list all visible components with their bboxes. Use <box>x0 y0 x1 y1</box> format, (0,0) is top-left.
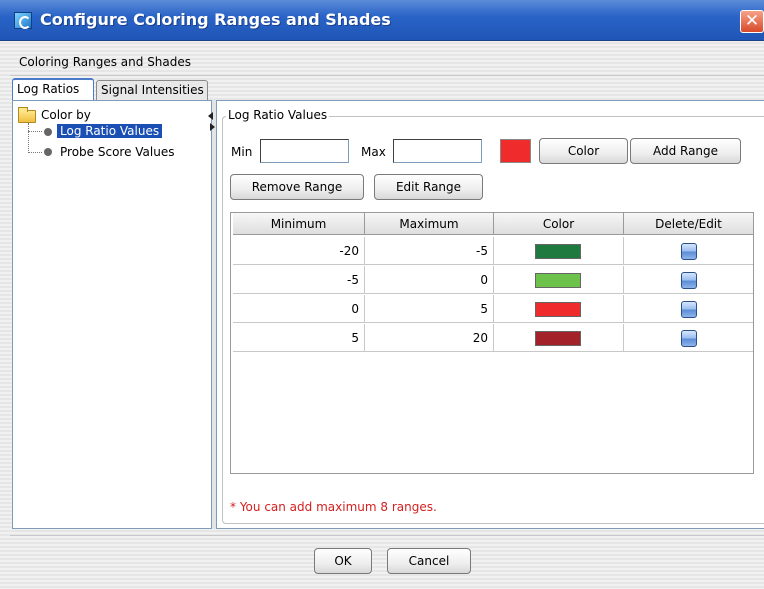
window-title: Configure Coloring Ranges and Shades <box>40 10 391 29</box>
table-cell-color <box>494 295 624 323</box>
table-cell-min[interactable]: 0 <box>233 295 365 323</box>
close-button[interactable]: ✕ <box>740 10 764 33</box>
edit-range-icon[interactable] <box>680 301 697 318</box>
divider <box>10 75 764 76</box>
tree-item-label: Log Ratio Values <box>57 124 163 138</box>
tree-panel: Color by Log Ratio Values Probe Score Va… <box>12 100 212 529</box>
table-cell-actions <box>624 237 753 265</box>
tree-connector <box>28 152 42 153</box>
remove-range-button[interactable]: Remove Range <box>230 174 364 200</box>
color-button[interactable]: Color <box>539 138 628 164</box>
table-cell-actions <box>624 266 753 294</box>
tree-connector <box>28 123 29 153</box>
range-color-swatch <box>535 331 581 346</box>
column-header-delete-edit[interactable]: Delete/Edit <box>624 213 753 235</box>
table-cell-max[interactable]: 0 <box>365 266 494 294</box>
edit-range-button[interactable]: Edit Range <box>374 174 483 200</box>
dialog-subtitle: Coloring Ranges and Shades <box>19 55 192 69</box>
table-cell-min[interactable]: -20 <box>233 237 365 265</box>
group-title: Log Ratio Values <box>226 108 330 122</box>
range-color-swatch <box>535 302 581 317</box>
table-cell-actions <box>624 295 753 323</box>
edit-range-icon[interactable] <box>680 243 697 260</box>
expand-right-icon[interactable] <box>210 123 215 131</box>
table-cell-color <box>494 266 624 294</box>
tree-root-color-by[interactable]: Color by <box>41 107 91 123</box>
table-cell-color <box>494 324 624 352</box>
divider <box>10 535 764 536</box>
tree-item-log-ratio-values[interactable]: Log Ratio Values <box>57 123 163 139</box>
add-range-button[interactable]: Add Range <box>630 138 741 164</box>
range-color-swatch <box>535 244 581 259</box>
column-header-minimum[interactable]: Minimum <box>233 213 365 235</box>
table-cell-max[interactable]: 5 <box>365 295 494 323</box>
tree-item-probe-score-values[interactable]: Probe Score Values <box>60 144 174 160</box>
folder-icon <box>18 107 36 123</box>
table-cell-max[interactable]: 20 <box>365 324 494 352</box>
ok-button[interactable]: OK <box>314 548 372 574</box>
max-label: Max <box>361 145 386 159</box>
tree-connector <box>28 131 42 132</box>
title-bar: Configure Coloring Ranges and Shades ✕ <box>0 0 764 41</box>
max-input[interactable] <box>393 139 482 163</box>
edit-range-icon[interactable] <box>680 272 697 289</box>
tab-signal-intensities[interactable]: Signal Intensities <box>96 80 208 100</box>
tree-node-icon <box>44 128 52 136</box>
table-cell-min[interactable]: 5 <box>233 324 365 352</box>
column-header-color[interactable]: Color <box>494 213 624 235</box>
edit-range-icon[interactable] <box>680 330 697 347</box>
table-cell-min[interactable]: -5 <box>233 266 365 294</box>
cancel-button[interactable]: Cancel <box>387 548 471 574</box>
collapse-left-icon[interactable] <box>208 112 213 120</box>
table-cell-max[interactable]: -5 <box>365 237 494 265</box>
table-cell-actions <box>624 324 753 352</box>
ranges-table: Minimum Maximum Color Delete/Edit -20 -5… <box>230 212 754 474</box>
tree-node-icon <box>44 148 52 156</box>
table-cell-color <box>494 237 624 265</box>
configure-coloring-dialog: Configure Coloring Ranges and Shades ✕ C… <box>0 0 764 589</box>
app-icon <box>14 12 32 29</box>
column-header-maximum[interactable]: Maximum <box>365 213 494 235</box>
min-input[interactable] <box>260 139 349 163</box>
selected-color-swatch <box>500 139 531 163</box>
tab-log-ratios[interactable]: Log Ratios <box>12 78 94 100</box>
range-color-swatch <box>535 273 581 288</box>
max-ranges-note: * You can add maximum 8 ranges. <box>230 500 437 514</box>
min-label: Min <box>231 145 253 159</box>
